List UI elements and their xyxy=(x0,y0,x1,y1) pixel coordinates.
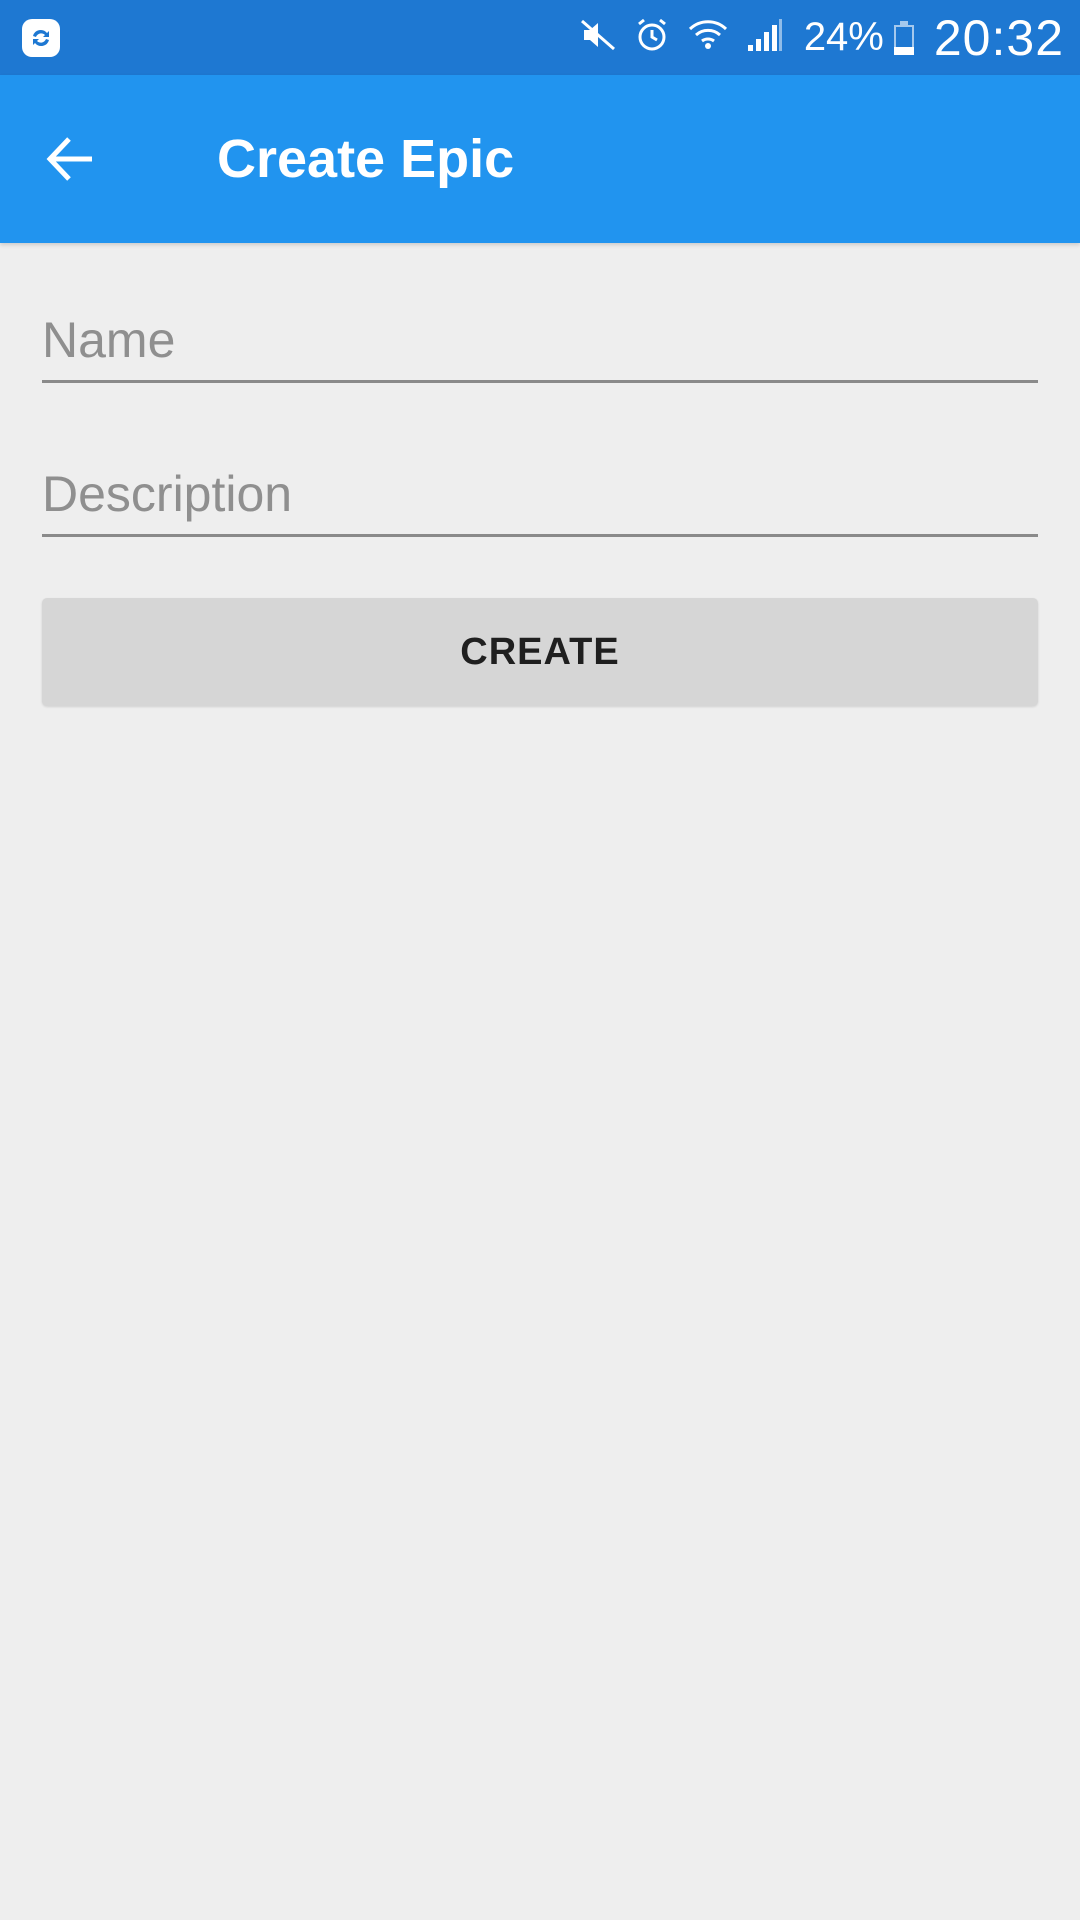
back-button[interactable] xyxy=(38,127,102,191)
battery-level xyxy=(893,46,914,55)
battery-percent: 24% xyxy=(803,15,884,59)
mute-icon xyxy=(578,15,618,60)
create-button[interactable]: CREATE xyxy=(42,598,1038,706)
name-input[interactable] xyxy=(42,308,1038,372)
name-field[interactable] xyxy=(42,308,1038,383)
name-underline xyxy=(42,380,1038,383)
wifi-icon xyxy=(686,15,730,60)
description-field[interactable] xyxy=(42,462,1038,537)
description-underline xyxy=(42,534,1038,537)
status-icons: 24% 20:32 xyxy=(578,0,1064,75)
sync-app-icon xyxy=(22,19,60,57)
alarm-icon xyxy=(632,15,672,60)
status-bar: 24% 20:32 xyxy=(0,0,1080,75)
arrow-back-icon xyxy=(46,137,92,181)
battery-icon xyxy=(893,20,914,55)
signal-icon xyxy=(744,15,784,60)
description-input[interactable] xyxy=(42,462,1038,526)
app-bar: Create Epic xyxy=(0,75,1080,243)
clock: 20:32 xyxy=(933,9,1064,66)
page-title: Create Epic xyxy=(217,129,515,189)
